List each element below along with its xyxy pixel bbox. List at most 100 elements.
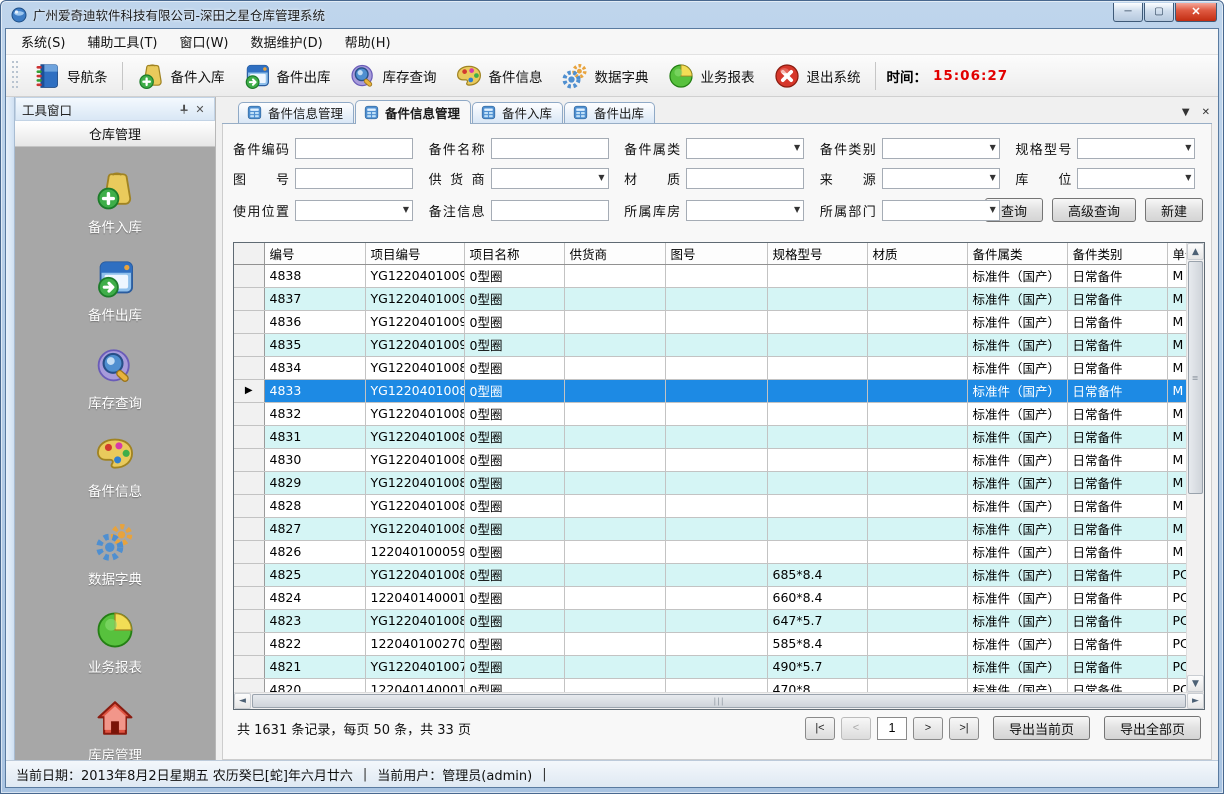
row-selector[interactable] (234, 655, 264, 678)
horizontal-scrollbar[interactable]: ◄ ||| ► (234, 692, 1204, 709)
sidebar-item-6[interactable]: 库房管理 (55, 693, 175, 760)
tab-0[interactable]: 备件信息管理 (238, 102, 354, 123)
toolbar-button-6[interactable]: 业务报表 (658, 59, 764, 93)
vertical-scrollbar[interactable]: ▲ ≡ ▼ (1186, 243, 1204, 692)
column-header[interactable]: 项目编号 (365, 243, 464, 264)
table-row[interactable]: 4836YG122040100910型圈标准件（国产）日常备件M (234, 310, 1186, 333)
table-row[interactable]: 4835YG122040100900型圈标准件（国产）日常备件M (234, 333, 1186, 356)
table-row[interactable]: 482012204014000130型圈470*8标准件（国产）日常备件PC (234, 678, 1186, 692)
advanced-query-button[interactable]: 高级查询 (1052, 198, 1136, 222)
row-selector[interactable] (234, 609, 264, 632)
column-header[interactable]: 编号 (264, 243, 365, 264)
row-selector[interactable] (234, 310, 264, 333)
minimize-button[interactable]: ─ (1113, 3, 1143, 22)
table-row[interactable]: 4823YG122040100800型圈647*5.7标准件（国产）日常备件PC (234, 609, 1186, 632)
field-input-11[interactable] (491, 200, 609, 221)
table-row[interactable]: 4831YG122040100860型圈标准件（国产）日常备件M (234, 425, 1186, 448)
next-page-button[interactable]: > (913, 717, 943, 740)
row-selector[interactable] (234, 678, 264, 692)
table-row[interactable]: 482612204010005990型圈标准件（国产）日常备件M (234, 540, 1186, 563)
table-row[interactable]: 4825YG122040100810型圈685*8.4标准件（国产）日常备件PC (234, 563, 1186, 586)
menu-item-2[interactable]: 窗口(W) (169, 28, 240, 55)
table-row[interactable]: 482412204014000120型圈660*8.4标准件（国产）日常备件PC (234, 586, 1186, 609)
row-selector[interactable] (234, 448, 264, 471)
title-bar[interactable]: 广州爱奇迪软件科技有限公司-深田之星仓库管理系统 ─ ▢ ✕ (5, 1, 1219, 28)
sidebar-item-1[interactable]: 备件出库 (55, 253, 175, 328)
maximize-button[interactable]: ▢ (1144, 3, 1174, 22)
close-button[interactable]: ✕ (1175, 3, 1217, 22)
toolbar-button-2[interactable]: 备件出库 (234, 59, 340, 93)
row-selector[interactable] (234, 471, 264, 494)
sidebar-item-0[interactable]: 备件入库 (55, 165, 175, 240)
toolbar-button-3[interactable]: 库存查询 (340, 59, 446, 93)
sidebar-item-4[interactable]: 数据字典 (55, 517, 175, 592)
row-selector[interactable]: ▶ (234, 379, 264, 402)
row-selector[interactable] (234, 632, 264, 655)
scroll-left-icon[interactable]: ◄ (234, 693, 251, 709)
last-page-button[interactable]: >| (949, 717, 979, 740)
column-header[interactable]: 备件属类 (967, 243, 1067, 264)
row-selector-header[interactable] (234, 243, 264, 264)
field-input-0[interactable] (295, 138, 413, 159)
column-header[interactable]: 供货商 (564, 243, 665, 264)
row-selector[interactable] (234, 264, 264, 287)
field-dropdown-8[interactable]: ▼ (882, 168, 1000, 189)
table-row[interactable]: 4838YG122040100930型圈标准件（国产）日常备件M (234, 264, 1186, 287)
prev-page-button[interactable]: < (841, 717, 871, 740)
menu-item-4[interactable]: 帮助(H) (334, 28, 402, 55)
menu-item-3[interactable]: 数据维护(D) (240, 28, 334, 55)
column-header[interactable]: 备件类别 (1067, 243, 1167, 264)
tab-close-icon[interactable]: ✕ (1202, 107, 1210, 118)
table-row[interactable]: 4830YG122040100850型圈标准件（国产）日常备件M (234, 448, 1186, 471)
row-selector[interactable] (234, 356, 264, 379)
table-row[interactable]: 4821YG122040100790型圈490*5.7标准件（国产）日常备件PC (234, 655, 1186, 678)
row-selector[interactable] (234, 402, 264, 425)
sidebar-item-5[interactable]: 业务报表 (55, 605, 175, 680)
tab-3[interactable]: 备件出库 (564, 102, 655, 123)
toolbar-button-0[interactable]: 导航条 (24, 59, 117, 93)
table-row[interactable]: 4828YG122040100830型圈标准件（国产）日常备件M (234, 494, 1186, 517)
field-dropdown-3[interactable]: ▼ (882, 138, 1000, 159)
table-row[interactable]: 482212204010027000型圈585*8.4标准件（国产）日常备件PC (234, 632, 1186, 655)
row-selector[interactable] (234, 333, 264, 356)
scroll-down-icon[interactable]: ▼ (1187, 675, 1204, 692)
table-row[interactable]: ▶4833YG122040100880型圈标准件（国产）日常备件M (234, 379, 1186, 402)
toolbar-button-4[interactable]: 备件信息 (446, 59, 552, 93)
row-selector[interactable] (234, 494, 264, 517)
vertical-scroll-thumb[interactable]: ≡ (1188, 261, 1203, 494)
scroll-right-icon[interactable]: ► (1187, 693, 1204, 709)
toolbar-button-1[interactable]: 备件入库 (128, 59, 234, 93)
table-row[interactable]: 4834YG122040100890型圈标准件（国产）日常备件M (234, 356, 1186, 379)
table-row[interactable]: 4832YG122040100870型圈标准件（国产）日常备件M (234, 402, 1186, 425)
field-dropdown-2[interactable]: ▼ (686, 138, 804, 159)
menu-item-0[interactable]: 系统(S) (10, 28, 76, 55)
row-selector[interactable] (234, 287, 264, 310)
scroll-up-icon[interactable]: ▲ (1187, 243, 1204, 260)
table-row[interactable]: 4827YG122040100820型圈标准件（国产）日常备件M (234, 517, 1186, 540)
table-row[interactable]: 4829YG122040100840型圈标准件（国产）日常备件M (234, 471, 1186, 494)
sidebar-group-warehouse[interactable]: 仓库管理 (15, 121, 215, 147)
field-dropdown-12[interactable]: ▼ (686, 200, 804, 221)
toolbar-button-7[interactable]: 退出系统 (764, 59, 870, 93)
field-dropdown-13[interactable]: ▼ (882, 200, 1000, 221)
table-row[interactable]: 4837YG122040100920型圈标准件（国产）日常备件M (234, 287, 1186, 310)
column-header[interactable]: 规格型号 (767, 243, 867, 264)
horizontal-scroll-thumb[interactable]: ||| (252, 694, 1186, 708)
new-button[interactable]: 新建 (1145, 198, 1203, 222)
toolbar-grip[interactable] (12, 61, 19, 91)
row-selector[interactable] (234, 563, 264, 586)
export-all-pages-button[interactable]: 导出全部页 (1104, 716, 1201, 740)
tab-list-dropdown-icon[interactable]: ▼ (1182, 107, 1190, 118)
page-number-input[interactable] (877, 717, 907, 740)
export-current-page-button[interactable]: 导出当前页 (993, 716, 1090, 740)
field-input-5[interactable] (295, 168, 413, 189)
field-dropdown-9[interactable]: ▼ (1077, 168, 1195, 189)
sidebar-item-2[interactable]: 库存查询 (55, 341, 175, 416)
field-input-1[interactable] (491, 138, 609, 159)
row-selector[interactable] (234, 586, 264, 609)
field-input-7[interactable] (686, 168, 804, 189)
column-header[interactable]: 材质 (867, 243, 967, 264)
row-selector[interactable] (234, 540, 264, 563)
column-header[interactable]: 项目名称 (464, 243, 564, 264)
field-dropdown-4[interactable]: ▼ (1077, 138, 1195, 159)
